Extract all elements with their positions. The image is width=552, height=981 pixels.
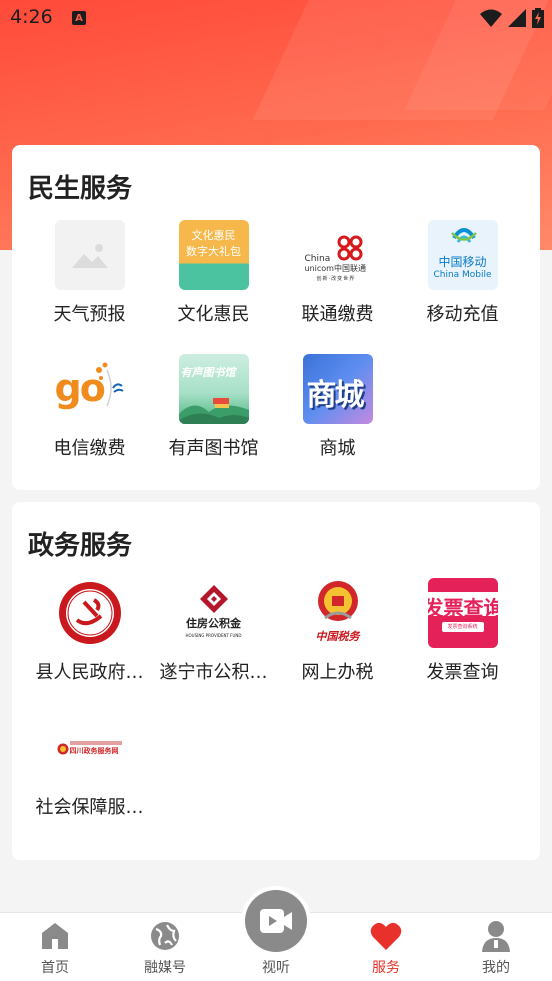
mall-icon: 商城 — [302, 354, 373, 424]
service-mobile[interactable]: 中国移动 China Mobile 移动充值 — [400, 220, 525, 326]
culture-icon: 文化惠民 数字大礼包 — [178, 220, 249, 290]
service-invoice[interactable]: 发票查询 发票查询系统 发票查询 — [400, 578, 525, 684]
service-telecom[interactable]: go 电信缴费 — [27, 354, 152, 460]
status-bar: 4:26 A — [0, 0, 552, 38]
sichuan-gov-service-icon: 四川政务服务网 — [54, 713, 125, 783]
service-label: 有声图书馆 — [168, 438, 259, 459]
nav-profile[interactable]: 我的 — [441, 919, 551, 977]
china-mobile-icon: 中国移动 China Mobile — [427, 220, 498, 290]
service-weather[interactable]: 天气预报 — [27, 220, 152, 326]
service-county-government[interactable]: 县人民政府… — [27, 578, 152, 684]
service-culture[interactable]: 文化惠民 数字大礼包 文化惠民 — [151, 220, 276, 326]
status-icons — [480, 8, 544, 28]
service-label: 发票查询 — [426, 662, 499, 683]
nav-label: 服务 — [372, 960, 400, 976]
service-unicom[interactable]: China unicom中国联通 创新·改变世界 联通缴费 — [275, 220, 400, 326]
service-label: 县人民政府… — [35, 662, 144, 683]
county-government-icon — [54, 578, 125, 648]
tax-bureau-icon: 中国税务 — [302, 578, 373, 648]
section-title: 政务服务 — [28, 531, 133, 561]
notification-icon: A — [72, 11, 86, 25]
livelihood-services-card: 民生服务 天气预报 文化惠民 数字大礼包 文化惠民 China unicom中国… — [12, 145, 540, 490]
service-label: 遂宁市公积… — [159, 662, 268, 683]
service-social-security[interactable]: 四川政务服务网 社会保障服… — [27, 713, 152, 819]
service-label: 移动充值 — [426, 304, 499, 325]
nav-label: 首页 — [41, 960, 69, 976]
service-audio-library[interactable]: 有声图书馆 有声图书馆 — [151, 354, 276, 460]
service-tax[interactable]: 中国税务 网上办税 — [275, 578, 400, 684]
invoice-query-icon: 发票查询 发票查询系统 — [427, 578, 498, 648]
battery-icon — [532, 8, 544, 28]
housing-fund-icon: 住房公积金 HOUSING PROVIDENT FUND — [178, 578, 249, 648]
video-icon — [260, 909, 292, 933]
home-icon — [0, 919, 110, 953]
nav-label: 我的 — [482, 960, 510, 976]
user-icon — [441, 919, 551, 953]
china-unicom-icon: China unicom中国联通 创新·改变世界 — [302, 220, 373, 290]
service-label: 社会保障服… — [35, 797, 144, 818]
wifi-icon — [480, 9, 502, 27]
nav-home[interactable]: 首页 — [0, 919, 110, 977]
service-mall[interactable]: 商城 商城 — [275, 354, 400, 460]
service-label: 文化惠民 — [177, 304, 250, 325]
government-services-card: 政务服务 县人民政府… 住房公积金 HOUSING PROVIDENT FUND — [12, 502, 540, 860]
service-label: 联通缴费 — [301, 304, 374, 325]
audio-library-icon: 有声图书馆 — [178, 354, 249, 424]
image-placeholder-icon — [54, 220, 125, 290]
nav-video-button[interactable] — [245, 890, 307, 952]
service-label: 网上办税 — [301, 662, 374, 683]
nav-label: 融媒号 — [144, 960, 186, 976]
signal-icon — [508, 9, 526, 27]
globe-icon — [110, 919, 220, 953]
service-label: 商城 — [319, 438, 356, 459]
heart-icon — [331, 919, 441, 953]
service-label: 电信缴费 — [53, 438, 126, 459]
nav-label[interactable]: 视听 — [226, 957, 326, 977]
service-label: 天气预报 — [53, 304, 126, 325]
nav-services[interactable]: 服务 — [331, 919, 441, 977]
china-telecom-icon: go — [54, 354, 125, 424]
service-housing-fund[interactable]: 住房公积金 HOUSING PROVIDENT FUND 遂宁市公积… — [151, 578, 276, 684]
nav-media[interactable]: 融媒号 — [110, 919, 220, 977]
section-title: 民生服务 — [28, 174, 133, 204]
status-time: 4:26 — [10, 6, 53, 28]
